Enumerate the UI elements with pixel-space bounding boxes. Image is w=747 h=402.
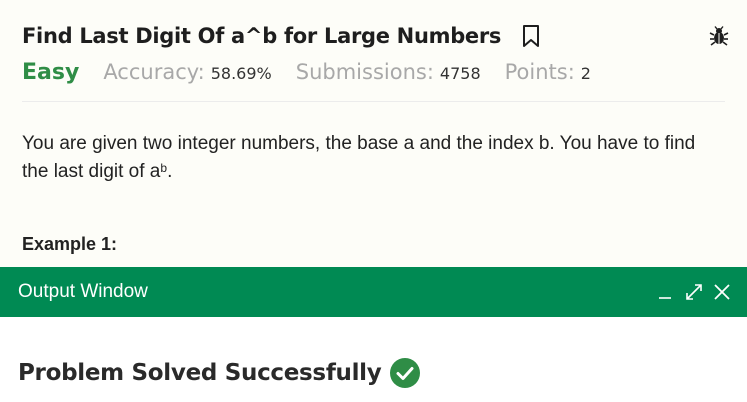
difficulty-badge: Easy bbox=[22, 60, 80, 85]
output-window-title: Output Window bbox=[18, 281, 148, 302]
title-row: Find Last Digit Of a^b for Large Numbers bbox=[22, 24, 541, 48]
success-message: Problem Solved Successfully bbox=[18, 360, 382, 386]
points-value: 2 bbox=[580, 64, 591, 83]
close-icon[interactable] bbox=[711, 281, 733, 303]
description-end: . bbox=[167, 161, 173, 182]
submissions-label: Submissions: bbox=[295, 60, 434, 84]
problem-meta: Easy Accuracy: 58.69% Submissions: 4758 … bbox=[22, 60, 615, 85]
success-message-row: Problem Solved Successfully bbox=[18, 357, 421, 389]
points-label: Points: bbox=[504, 60, 575, 84]
submissions-value: 4758 bbox=[439, 64, 481, 83]
problem-description: You are given two integer numbers, the b… bbox=[22, 130, 722, 186]
problem-title: Find Last Digit Of a^b for Large Numbers bbox=[22, 24, 502, 48]
accuracy-value: 58.69% bbox=[210, 64, 272, 83]
expand-icon[interactable] bbox=[683, 281, 705, 303]
divider bbox=[22, 101, 725, 102]
description-exponent: b bbox=[160, 161, 168, 175]
description-text: You are given two integer numbers, the b… bbox=[22, 133, 696, 182]
minimize-icon[interactable] bbox=[655, 281, 677, 303]
window-controls bbox=[649, 281, 733, 303]
example-heading: Example 1: bbox=[22, 234, 118, 254]
output-window-header[interactable]: Output Window bbox=[0, 267, 747, 317]
accuracy-label: Accuracy: bbox=[103, 60, 205, 84]
problem-panel: Find Last Digit Of a^b for Large Numbers… bbox=[0, 0, 747, 267]
check-circle-icon bbox=[389, 357, 421, 389]
bug-icon[interactable] bbox=[709, 26, 729, 46]
bookmark-icon[interactable] bbox=[521, 24, 541, 48]
output-window-body: Problem Solved Successfully bbox=[0, 317, 747, 402]
